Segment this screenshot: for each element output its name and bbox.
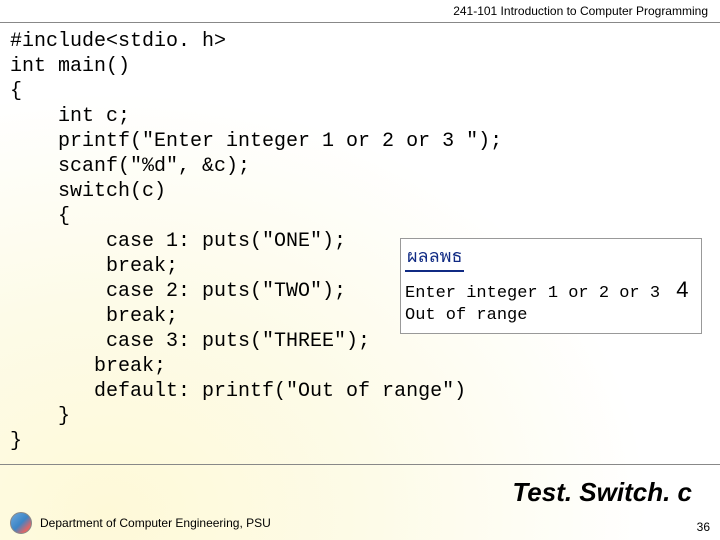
- dept-logo-icon: [10, 512, 32, 534]
- filename-label: Test. Switch. c: [512, 477, 692, 508]
- output-box: ผลลพธ Enter integer 1 or 2 or 3 4 Out of…: [400, 238, 702, 334]
- page-number: 36: [697, 520, 710, 534]
- output-body: Enter integer 1 or 2 or 3 4 Out of range: [405, 276, 697, 327]
- slide: 241-101 Introduction to Computer Program…: [0, 0, 720, 540]
- dept-name: Department of Computer Engineering, PSU: [40, 516, 271, 530]
- slide-footer: Department of Computer Engineering, PSU: [10, 512, 271, 534]
- output-user-input: 4: [676, 277, 688, 302]
- output-result: Out of range: [405, 306, 527, 325]
- output-prompt: Enter integer 1 or 2 or 3: [405, 284, 670, 303]
- course-header: 241-101 Introduction to Computer Program…: [453, 4, 708, 18]
- output-label: ผลลพธ: [405, 241, 464, 272]
